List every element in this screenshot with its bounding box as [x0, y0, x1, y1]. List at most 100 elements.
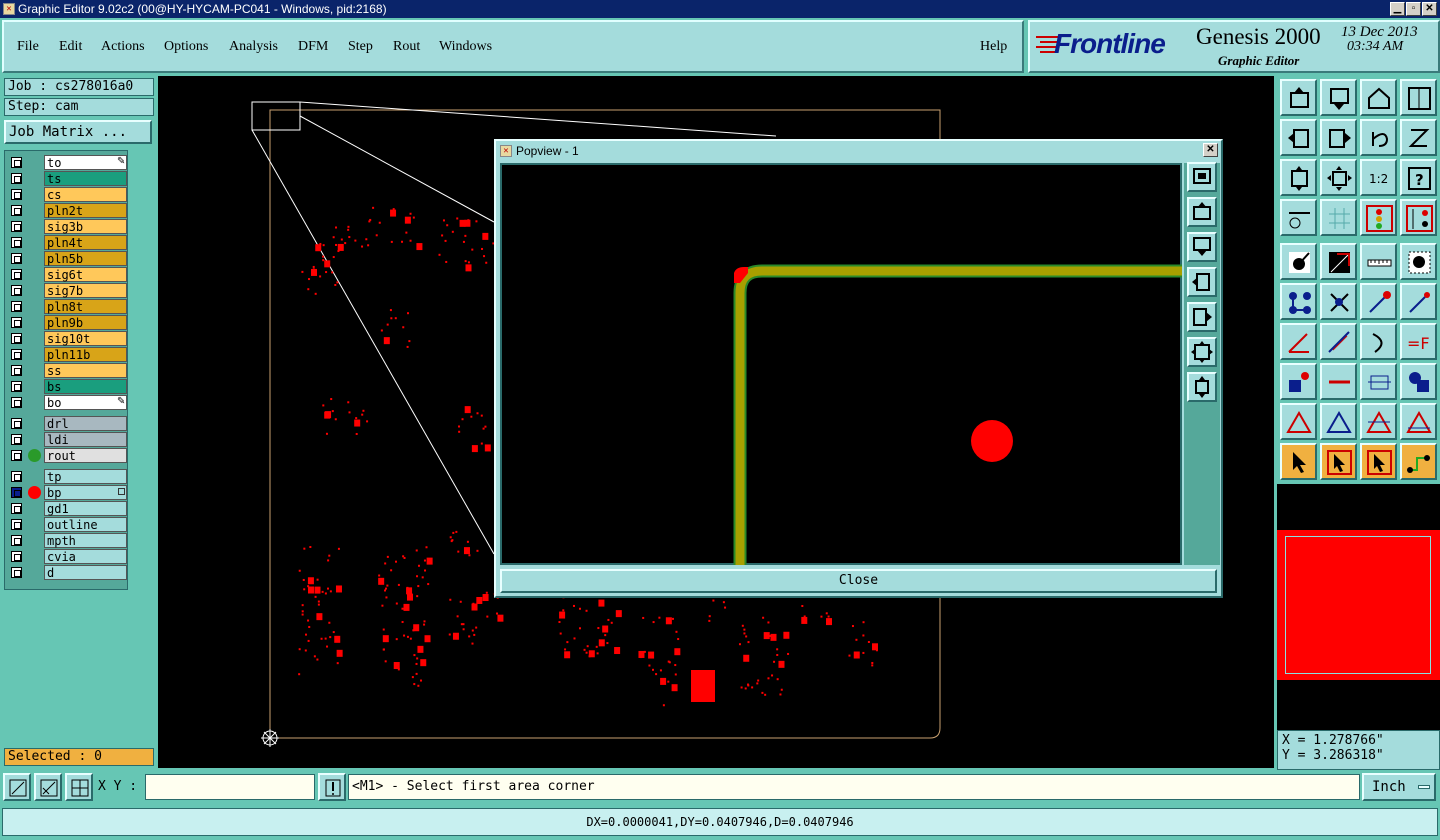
layer-checkbox[interactable] [11, 333, 22, 344]
popview-right-button[interactable] [1187, 302, 1217, 332]
menu-step[interactable]: Step [348, 39, 373, 55]
line-button[interactable] [1320, 323, 1357, 360]
triangle-3-button[interactable] [1360, 403, 1397, 440]
layer-name[interactable]: gd1 [44, 501, 127, 516]
layer-checkbox[interactable] [11, 397, 22, 408]
layer-row-drl[interactable]: drl [9, 416, 127, 431]
layer-checkbox[interactable] [11, 237, 22, 248]
angle-button[interactable] [1280, 323, 1317, 360]
layer-checkbox[interactable] [11, 221, 22, 232]
layer-checkbox[interactable] [11, 301, 22, 312]
layer-checkbox[interactable] [11, 381, 22, 392]
job-matrix-button[interactable]: Job Matrix ... [4, 120, 152, 144]
pointer-box-2-button[interactable] [1360, 443, 1397, 480]
line-to-pad-button[interactable] [1360, 283, 1397, 320]
layer-checkbox[interactable] [11, 173, 22, 184]
layer-checkbox[interactable] [11, 285, 22, 296]
line-pad-button[interactable] [1400, 283, 1437, 320]
layer-row-ss[interactable]: ss [9, 363, 127, 378]
popview-up-button[interactable] [1187, 197, 1217, 227]
layer-checkbox[interactable] [11, 205, 22, 216]
layer-name[interactable]: cvia [44, 549, 127, 564]
layer-row-ldi[interactable]: ldi [9, 432, 127, 447]
maximize-button[interactable]: ▫ [1406, 2, 1421, 16]
route-button[interactable] [1400, 443, 1437, 480]
layer-checkbox[interactable] [11, 450, 22, 461]
cross-button[interactable] [1320, 283, 1357, 320]
layer-toggle-2-button[interactable] [1400, 199, 1437, 236]
zoom-box-button[interactable] [3, 773, 31, 801]
layer-checkbox[interactable] [11, 365, 22, 376]
layer-checkbox[interactable] [11, 487, 22, 498]
split-view-button[interactable] [1400, 79, 1437, 116]
menu-actions[interactable]: Actions [101, 39, 145, 55]
layer-row-sig10t[interactable]: sig10t [9, 331, 127, 346]
layer-row-bp[interactable]: bp [9, 485, 127, 500]
pad-square-button[interactable] [1280, 363, 1317, 400]
layer-checkbox[interactable] [11, 317, 22, 328]
layer-name[interactable]: pln5b [44, 251, 127, 266]
minimize-button[interactable]: ▁ [1390, 2, 1405, 16]
layer-row-d[interactable]: d [9, 565, 127, 580]
menu-windows[interactable]: Windows [439, 39, 492, 55]
text-fx-button[interactable]: =F [1400, 323, 1437, 360]
menu-edit[interactable]: Edit [59, 39, 82, 55]
import-button[interactable] [1280, 79, 1317, 116]
dim-button[interactable] [1360, 363, 1397, 400]
fit-all-button[interactable] [1320, 159, 1357, 196]
layer-checkbox[interactable] [11, 189, 22, 200]
menu-analysis[interactable]: Analysis [229, 39, 278, 55]
export-button[interactable] [1320, 79, 1357, 116]
layer-row-ts[interactable]: ts [9, 171, 127, 186]
layer-row-sig3b[interactable]: sig3b [9, 219, 127, 234]
layer-checkbox[interactable] [11, 519, 22, 530]
layer-checkbox[interactable] [11, 434, 22, 445]
layer-checkbox[interactable] [11, 349, 22, 360]
layer-checkbox[interactable] [11, 551, 22, 562]
layer-name[interactable]: sig10t [44, 331, 127, 346]
layer-name[interactable]: pln11b [44, 347, 127, 362]
ruler-button[interactable] [1360, 243, 1397, 280]
layer-row-pln8t[interactable]: pln8t [9, 299, 127, 314]
snap-grid-button[interactable] [65, 773, 93, 801]
pad-button[interactable] [1400, 243, 1437, 280]
layer-row-to[interactable]: to ✎ [9, 155, 127, 170]
layer-row-pln2t[interactable]: pln2t [9, 203, 127, 218]
pointer-box-button[interactable] [1320, 443, 1357, 480]
layer-row-cs[interactable]: cs [9, 187, 127, 202]
layer-row-bo[interactable]: bo ✎ [9, 395, 127, 410]
home-button[interactable] [1360, 79, 1397, 116]
connect-button[interactable] [1280, 283, 1317, 320]
layer-row-sig6t[interactable]: sig6t [9, 267, 127, 282]
layer-name[interactable]: tp [44, 469, 127, 484]
unit-dropdown[interactable]: Inch [1362, 773, 1436, 801]
undo-button[interactable] [1360, 119, 1397, 156]
xy-input[interactable] [145, 774, 315, 800]
menu-options[interactable]: Options [164, 39, 208, 55]
layer-row-rout[interactable]: rout [9, 448, 127, 463]
layer-name[interactable]: d [44, 565, 127, 580]
menu-help[interactable]: Help [980, 39, 1007, 55]
settings-button[interactable] [1280, 199, 1317, 236]
layer-name[interactable]: bp [44, 485, 127, 500]
popview-canvas[interactable] [500, 163, 1182, 565]
layer-name[interactable]: sig3b [44, 219, 127, 234]
popview-left-button[interactable] [1187, 267, 1217, 297]
triangle-4-button[interactable] [1400, 403, 1437, 440]
help-button[interactable]: ? [1400, 159, 1437, 196]
layer-row-bs[interactable]: bs [9, 379, 127, 394]
layer-checkbox[interactable] [11, 418, 22, 429]
layer-checkbox[interactable] [11, 157, 22, 168]
layer-name[interactable]: ts [44, 171, 127, 186]
popview-down-button[interactable] [1187, 232, 1217, 262]
layer-row-gd1[interactable]: gd1 [9, 501, 127, 516]
right-button[interactable] [1320, 119, 1357, 156]
layer-checkbox[interactable] [11, 269, 22, 280]
menu-dfm[interactable]: DFM [298, 39, 328, 55]
layer-row-tp[interactable]: tp [9, 469, 127, 484]
measure-button[interactable] [34, 773, 62, 801]
layer-row-cvia[interactable]: cvia [9, 549, 127, 564]
layer-name[interactable]: pln9b [44, 315, 127, 330]
layer-row-pln4t[interactable]: pln4t [9, 235, 127, 250]
popview-pan-button[interactable] [1187, 372, 1217, 402]
